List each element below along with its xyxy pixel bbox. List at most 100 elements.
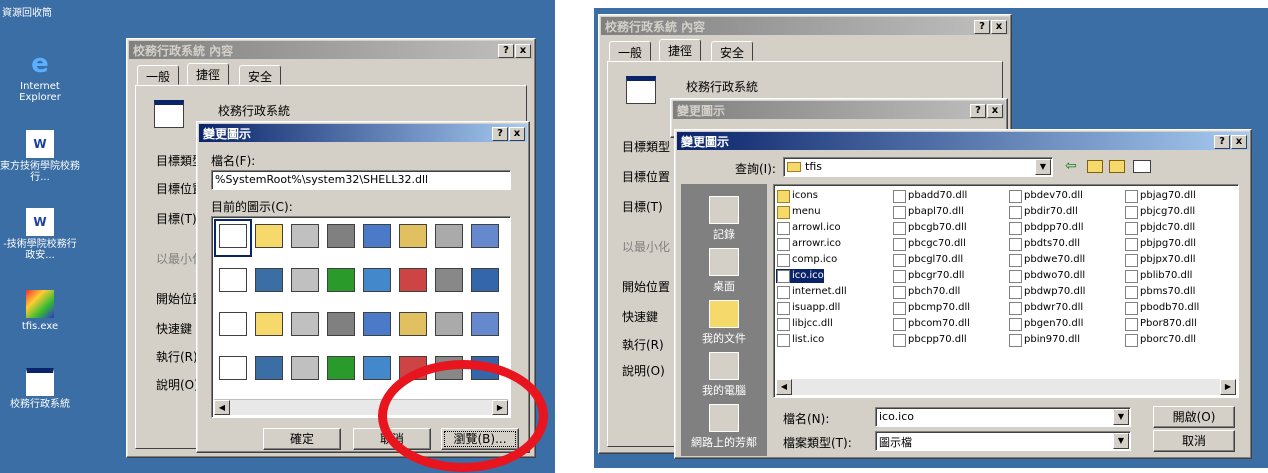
desktop-icon-recycle-bin[interactable]: 資源回收筒 xyxy=(0,8,92,19)
horizontal-scrollbar[interactable]: ◀ ▶ xyxy=(776,379,1236,395)
file-item[interactable]: Pbor870.dll xyxy=(1124,317,1197,331)
dropdown-arrow-icon[interactable]: ▼ xyxy=(1113,433,1129,449)
new-folder-icon[interactable] xyxy=(1109,160,1125,173)
shell-icon-option[interactable] xyxy=(360,221,394,255)
file-item[interactable]: pbin970.dll xyxy=(1008,333,1080,347)
file-item[interactable]: pbcgr70.dll xyxy=(892,269,964,283)
file-item[interactable]: pbdts70.dll xyxy=(1008,237,1080,251)
desktop-icon-word-doc-2[interactable]: W -技術學院校務行政安... xyxy=(0,208,80,261)
help-button[interactable]: ? xyxy=(974,20,990,34)
dropdown-arrow-icon[interactable]: ▼ xyxy=(1113,409,1129,425)
shell-icon-option[interactable] xyxy=(252,309,286,343)
file-item[interactable]: pbgen70.dll xyxy=(1008,317,1083,331)
file-item[interactable]: pbjag70.dll xyxy=(1124,189,1196,203)
filename-field[interactable]: ico.ico ▼ xyxy=(875,407,1131,427)
file-item[interactable]: pborc70.dll xyxy=(1124,333,1196,347)
view-menu-icon[interactable] xyxy=(1133,160,1151,173)
shell-icon-option[interactable] xyxy=(252,353,286,387)
filetype-combo[interactable]: 圖示檔 ▼ xyxy=(875,431,1131,451)
cancel-button[interactable]: 取消 xyxy=(1153,430,1235,452)
close-button[interactable]: x xyxy=(515,44,531,58)
tab-shortcut[interactable]: 捷徑 xyxy=(187,63,230,85)
file-item[interactable]: pbodb70.dll xyxy=(1124,301,1199,315)
file-item[interactable]: pbdwp70.dll xyxy=(1008,285,1085,299)
open-button[interactable]: 開啟(O) xyxy=(1153,406,1235,428)
file-item[interactable]: pbch70.dll xyxy=(892,285,960,299)
file-item[interactable]: pbcgl70.dll xyxy=(892,253,963,267)
file-item[interactable]: pbadd70.dll xyxy=(892,189,967,203)
ok-button[interactable]: 確定 xyxy=(263,428,341,450)
file-item[interactable]: pbcpp70.dll xyxy=(892,333,967,347)
file-item[interactable]: pbcgc70.dll xyxy=(892,237,966,251)
place-desktop[interactable]: 桌面 xyxy=(684,248,764,294)
file-item[interactable]: internet.dll xyxy=(776,285,847,299)
up-folder-icon[interactable] xyxy=(1087,160,1103,173)
look-in-combo[interactable]: tfis ▼ xyxy=(783,157,1053,177)
file-item[interactable]: pbdpp70.dll xyxy=(1008,221,1084,235)
shell-icon-option[interactable] xyxy=(288,221,322,255)
help-button[interactable]: ? xyxy=(492,127,508,141)
shell-icon-option[interactable] xyxy=(288,265,322,299)
file-item[interactable]: menu xyxy=(776,205,821,219)
shell-icon-option[interactable] xyxy=(432,221,466,255)
shell-icon-option[interactable] xyxy=(468,309,502,343)
back-icon[interactable]: ⇦ xyxy=(1065,158,1077,174)
tab-shortcut[interactable]: 捷徑 xyxy=(659,39,702,61)
scroll-right-arrow[interactable]: ▶ xyxy=(1220,379,1236,395)
shell-icon-option[interactable] xyxy=(216,265,250,299)
shell-icon-option[interactable] xyxy=(324,309,358,343)
file-item[interactable]: pbjdc70.dll xyxy=(1124,221,1195,235)
file-item[interactable]: pbjcg70.dll xyxy=(1124,205,1195,219)
file-item[interactable]: pbdwe70.dll xyxy=(1008,253,1085,267)
file-name-field[interactable]: %SystemRoot%\system32\SHELL32.dll xyxy=(211,170,511,190)
shell-icon-option[interactable] xyxy=(324,265,358,299)
help-button[interactable]: ? xyxy=(970,104,986,118)
shell-icon-option[interactable] xyxy=(288,309,322,343)
scroll-left-arrow[interactable]: ◀ xyxy=(214,400,230,415)
file-item[interactable]: arrowl.ico xyxy=(776,221,841,235)
file-item[interactable]: pbcgb70.dll xyxy=(892,221,967,235)
shell-icon-option[interactable] xyxy=(252,265,286,299)
file-item[interactable]: ico.ico xyxy=(776,269,824,283)
shell-icon-option[interactable] xyxy=(360,265,394,299)
shell-icon-option[interactable] xyxy=(324,353,358,387)
shell-icon-option[interactable] xyxy=(396,309,430,343)
help-button[interactable]: ? xyxy=(498,44,514,58)
shell-icon-option[interactable] xyxy=(252,221,286,255)
file-list[interactable]: icons menu arrowl.ico arrowr.ico comp.ico ico… xyxy=(773,184,1239,398)
shell-icon-option[interactable] xyxy=(324,221,358,255)
desktop-icon-tfis-exe[interactable]: tfis.exe xyxy=(0,290,80,332)
close-button[interactable]: x xyxy=(1231,135,1247,149)
close-button[interactable]: x xyxy=(987,104,1003,118)
shell-icon-option[interactable] xyxy=(214,219,252,257)
file-item[interactable]: pblib70.dll xyxy=(1124,269,1192,283)
file-item[interactable]: pbcom70.dll xyxy=(892,317,970,331)
help-button[interactable]: ? xyxy=(1214,135,1230,149)
file-item[interactable]: comp.ico xyxy=(776,253,837,267)
file-item[interactable]: list.ico xyxy=(776,333,824,347)
shell-icon-option[interactable] xyxy=(468,221,502,255)
desktop-icon-shortcut[interactable]: 校務行政系統 xyxy=(0,368,80,410)
file-item[interactable]: pbdir70.dll xyxy=(1008,205,1078,219)
shell-icon-option[interactable] xyxy=(288,353,322,387)
desktop-icon-word-doc-1[interactable]: W 東方技術學院校務行... xyxy=(0,130,80,183)
file-item[interactable]: pbjpx70.dll xyxy=(1124,253,1196,267)
close-button[interactable]: x xyxy=(991,20,1007,34)
close-button[interactable]: x xyxy=(509,127,525,141)
shell-icon-option[interactable] xyxy=(360,353,394,387)
place-my-documents[interactable]: 我的文件 xyxy=(684,300,764,346)
file-item[interactable]: pbdwr70.dll xyxy=(1008,301,1083,315)
file-item[interactable]: pbjpg70.dll xyxy=(1124,237,1196,251)
tab-general[interactable]: 一般 xyxy=(137,65,180,85)
file-item[interactable]: icons xyxy=(776,189,818,203)
shell-icon-option[interactable] xyxy=(432,265,466,299)
tab-security[interactable]: 安全 xyxy=(711,41,754,61)
file-item[interactable]: pbcmp70.dll xyxy=(892,301,970,315)
place-history[interactable]: 記錄 xyxy=(684,196,764,242)
file-item[interactable]: pbms70.dll xyxy=(1124,285,1195,299)
shell-icon-option[interactable] xyxy=(396,265,430,299)
shell-icon-option[interactable] xyxy=(396,221,430,255)
place-network[interactable]: 網路上的芳鄰 xyxy=(684,404,764,450)
file-item[interactable]: isuapp.dll xyxy=(776,301,840,315)
scroll-left-arrow[interactable]: ◀ xyxy=(776,379,792,395)
